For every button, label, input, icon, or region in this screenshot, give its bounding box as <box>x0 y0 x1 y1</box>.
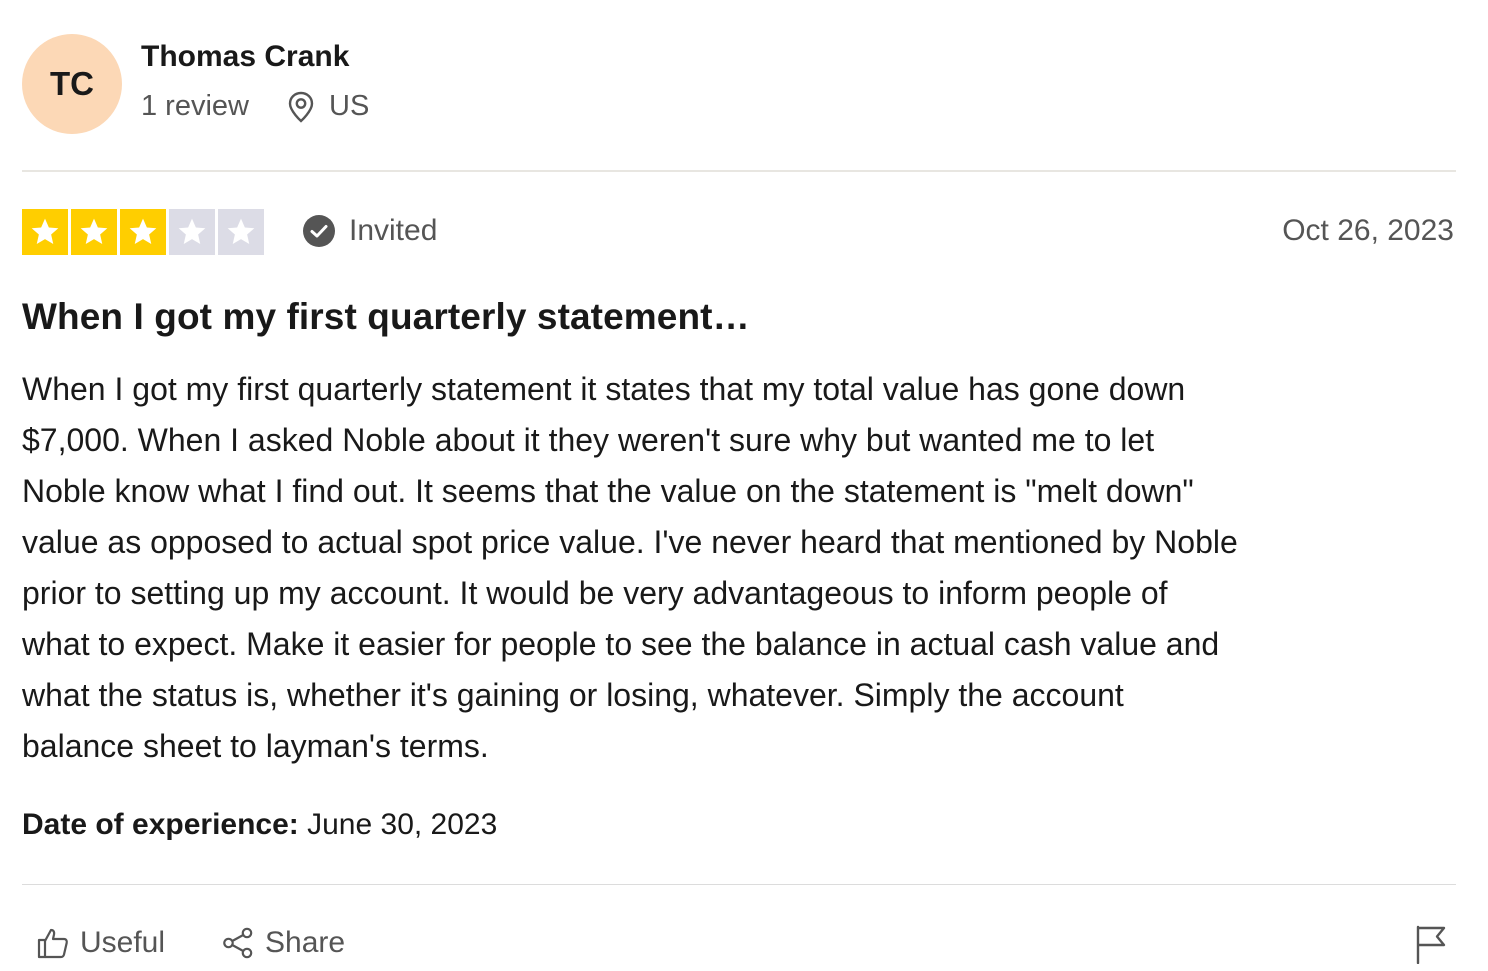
review-title[interactable]: When I got my first quarterly statement… <box>22 296 750 338</box>
star-icon <box>31 218 59 244</box>
review-body-line: When I got my first quarterly statement … <box>22 371 1186 407</box>
review-body-line: Noble know what I find out. It seems tha… <box>22 473 1194 509</box>
review-card: TC Thomas Crank 1 review US Invited Oct … <box>0 0 1488 971</box>
flag-icon <box>1416 925 1446 965</box>
share-icon <box>223 927 253 959</box>
star-empty <box>169 209 215 255</box>
star-empty <box>218 209 264 255</box>
star-filled <box>120 209 166 255</box>
review-body-line: what the status is, whether it's gaining… <box>22 677 1124 713</box>
location-pin-icon <box>288 91 314 123</box>
review-body-line: $7,000. When I asked Noble about it they… <box>22 422 1155 458</box>
review-body-line: value as opposed to actual spot price va… <box>22 524 1238 560</box>
report-flag-button[interactable] <box>1414 924 1448 969</box>
review-body-line: prior to setting up my account. It would… <box>22 575 1168 611</box>
consumer-name[interactable]: Thomas Crank <box>141 40 349 74</box>
review-actions: Useful Share <box>36 926 401 960</box>
avatar[interactable]: TC <box>22 34 122 134</box>
avatar-initials: TC <box>50 65 94 102</box>
review-body: When I got my first quarterly statement … <box>22 364 1462 772</box>
review-date: Oct 26, 2023 <box>1282 214 1454 247</box>
star-icon <box>178 218 206 244</box>
review-body-line: balance sheet to layman's terms. <box>22 728 489 764</box>
star-rating <box>22 209 267 255</box>
star-filled <box>22 209 68 255</box>
star-icon <box>227 218 255 244</box>
country-label: US <box>329 90 370 122</box>
consumer-meta: 1 review US <box>141 90 369 123</box>
footer-divider <box>22 884 1456 885</box>
star-icon <box>129 218 157 244</box>
thumbs-up-icon <box>37 928 68 959</box>
experience-date: June 30, 2023 <box>307 808 498 841</box>
consumer-location: US <box>287 90 369 123</box>
check-circle-icon <box>303 215 335 247</box>
star-icon <box>80 218 108 244</box>
share-button[interactable]: Share <box>221 926 345 960</box>
experience-label: Date of experience: <box>22 808 299 841</box>
star-filled <box>71 209 117 255</box>
share-label: Share <box>265 926 346 959</box>
review-count: 1 review <box>141 90 249 122</box>
useful-button[interactable]: Useful <box>36 926 165 960</box>
review-body-line: what to expect. Make it easier for peopl… <box>22 626 1220 662</box>
header-divider <box>22 170 1456 172</box>
date-of-experience: Date of experience: June 30, 2023 <box>22 808 497 842</box>
invited-badge[interactable]: Invited <box>303 214 437 248</box>
invited-label: Invited <box>349 214 438 247</box>
useful-label: Useful <box>80 926 166 959</box>
